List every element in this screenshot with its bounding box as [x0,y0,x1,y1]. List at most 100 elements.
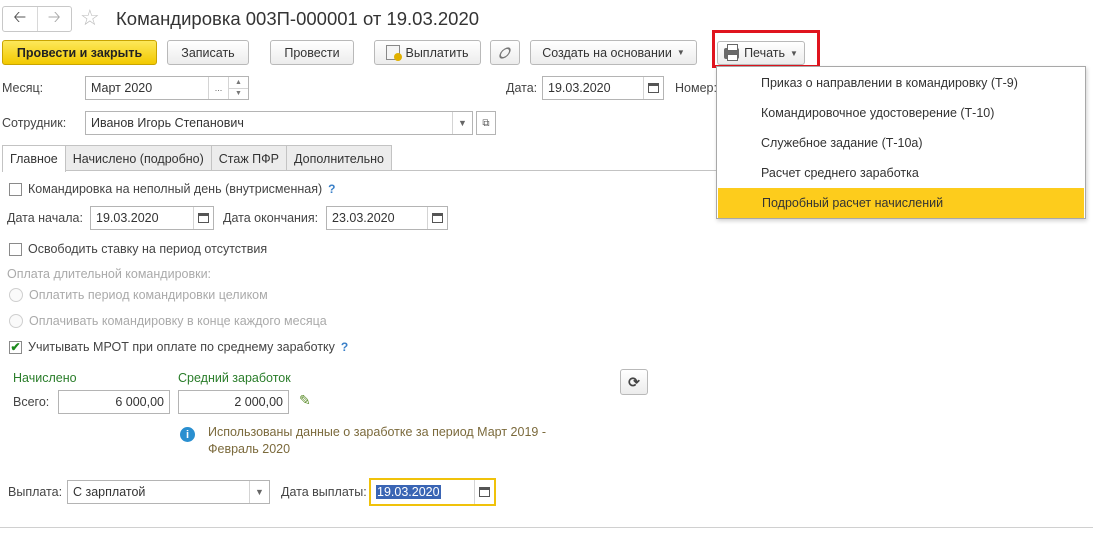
date-label: Дата: [506,81,538,95]
month-select-button[interactable]: ... [208,77,228,99]
refresh-icon: ⟳ [628,373,640,390]
payout-date-label: Дата выплаты: [281,485,367,499]
post-and-close-button[interactable]: Провести и закрыть [2,40,157,65]
bottom-divider [0,527,1093,528]
payout-label: Выплата: [8,485,63,499]
chevron-down-icon: ▼ [458,118,467,128]
checkmark-icon: ✔ [10,340,21,354]
pay-document-icon [386,45,403,61]
radio-pay-monthly[interactable] [9,314,23,328]
date-value: 19.03.2020 [548,81,611,95]
save-label: Записать [181,45,235,60]
open-employee-button[interactable]: ⧉ [476,111,496,135]
tab-main[interactable]: Главное [2,145,66,172]
help-question-icon[interactable]: ? [341,340,348,354]
calendar-icon [648,83,659,93]
tab-divider [66,170,716,171]
radio-pay-monthly-label: Оплачивать командировку в конце каждого … [29,314,327,328]
start-date-field[interactable]: 19.03.2020 [90,206,214,230]
partial-day-row: Командировка на неполный день (внутрисме… [9,180,336,198]
menu-item-certificate-t10[interactable]: Командировочное удостоверение (Т-10) [717,98,1085,128]
radio-whole-row: Оплатить период командировки целиком [9,286,268,304]
menu-item-detailed-accruals[interactable]: Подробный расчет начислений [718,188,1084,218]
tab-bar: Главное Начислено (подробно) Стаж ПФР До… [2,145,392,172]
accrued-header: Начислено [13,371,77,385]
create-based-on-button[interactable]: Создать на основании ▼ [530,40,697,65]
number-label: Номер: [675,81,717,95]
mrot-checkbox[interactable]: ✔ [9,340,22,354]
date-field[interactable]: 19.03.2020 [542,76,664,100]
save-button[interactable]: Записать [167,40,249,65]
calendar-icon [432,213,443,223]
total-label: Всего: [13,395,50,409]
post-button[interactable]: Провести [270,40,354,65]
menu-item-avg-earnings-calc[interactable]: Расчет среднего заработка [717,158,1085,188]
spin-up-icon[interactable]: ▲ [229,77,248,88]
payout-date-calendar-button[interactable] [474,480,494,504]
month-value: Март 2020 [91,81,153,95]
payout-dropdown-button[interactable]: ▼ [249,481,269,503]
paperclip-icon [497,44,513,61]
start-date-calendar-button[interactable] [193,207,213,229]
create-based-on-label: Создать на основании [542,45,672,60]
pencil-edit-icon[interactable]: ✎ [299,392,311,409]
chevron-down-icon: ▼ [676,48,685,57]
end-date-label: Дата окончания: [223,211,319,225]
help-question-icon[interactable]: ? [328,182,335,196]
info-text-line1: Использованы данные о заработке за перио… [208,425,546,439]
print-button-highlight-frame [712,30,820,68]
employee-field[interactable]: Иванов Игорь Степанович ▼ [85,111,473,135]
menu-item-task-t10a[interactable]: Служебное задание (Т-10а) [717,128,1085,158]
post-label: Провести [284,45,340,60]
tab-accrued-detailed[interactable]: Начислено (подробно) [64,145,212,171]
attachments-button[interactable] [490,40,520,65]
radio-monthly-row: Оплачивать командировку в конце каждого … [9,312,327,330]
partial-day-checkbox[interactable] [9,182,22,196]
avg-earnings-field[interactable]: 2 000,00 [178,390,289,414]
calendar-icon [479,487,490,497]
month-field[interactable]: Март 2020 ... ▲ ▼ [85,76,249,100]
page-title: Командировка 003П-000001 от 19.03.2020 [116,8,480,29]
radio-pay-whole[interactable] [9,288,23,302]
partial-day-label: Командировка на неполный день (внутрисме… [28,182,323,196]
info-text-line2: Февраль 2020 [208,442,291,456]
open-link-icon: ⧉ [482,117,490,129]
payout-date-field[interactable]: 19.03.2020 [369,478,496,506]
favorite-star-icon[interactable]: ☆ [80,5,100,31]
calendar-icon [198,213,209,223]
radio-pay-whole-label: Оплатить период командировки целиком [29,288,268,302]
chevron-down-icon: ▼ [255,487,264,497]
payout-field[interactable]: С зарплатой ▼ [67,480,270,504]
arrow-right-icon: 🡢 [47,8,61,26]
mrot-label: Учитывать МРОТ при оплате по среднему за… [28,340,335,354]
mrot-row: ✔ Учитывать МРОТ при оплате по среднему … [9,338,348,356]
free-rate-label: Освободить ставку на период отсутствия [28,242,268,256]
end-date-value: 23.03.2020 [332,211,395,225]
avg-earnings-header: Средний заработок [178,371,291,385]
month-label: Месяц: [2,81,44,95]
employee-value: Иванов Игорь Степанович [91,116,244,130]
back-button[interactable]: 🡠 [3,7,37,31]
info-icon: i [180,427,195,442]
end-date-field[interactable]: 23.03.2020 [326,206,448,230]
total-field[interactable]: 6 000,00 [58,390,170,414]
month-spinner[interactable]: ▲ ▼ [228,77,248,99]
payout-value: С зарплатой [73,485,146,499]
payout-date-value: 19.03.2020 [376,485,441,499]
print-dropdown-menu: Приказ о направлении в командировку (Т-9… [716,66,1086,219]
start-date-label: Дата начала: [7,211,83,225]
menu-item-order-t9[interactable]: Приказ о направлении в командировку (Т-9… [717,68,1085,98]
date-calendar-button[interactable] [643,77,663,99]
employee-dropdown-button[interactable]: ▼ [452,112,472,134]
navigation-buttons: 🡠 🡢 [2,6,72,32]
forward-button[interactable]: 🡢 [36,7,72,31]
tab-pension-experience[interactable]: Стаж ПФР [210,145,288,171]
end-date-calendar-button[interactable] [427,207,447,229]
free-rate-checkbox[interactable] [9,242,22,256]
arrow-left-icon: 🡠 [13,8,27,26]
pay-button[interactable]: Выплатить [374,40,481,65]
spin-down-icon[interactable]: ▼ [229,87,248,100]
total-value: 6 000,00 [115,395,164,409]
tab-additional[interactable]: Дополнительно [286,145,392,171]
recalculate-button[interactable]: ⟳ [620,369,648,395]
